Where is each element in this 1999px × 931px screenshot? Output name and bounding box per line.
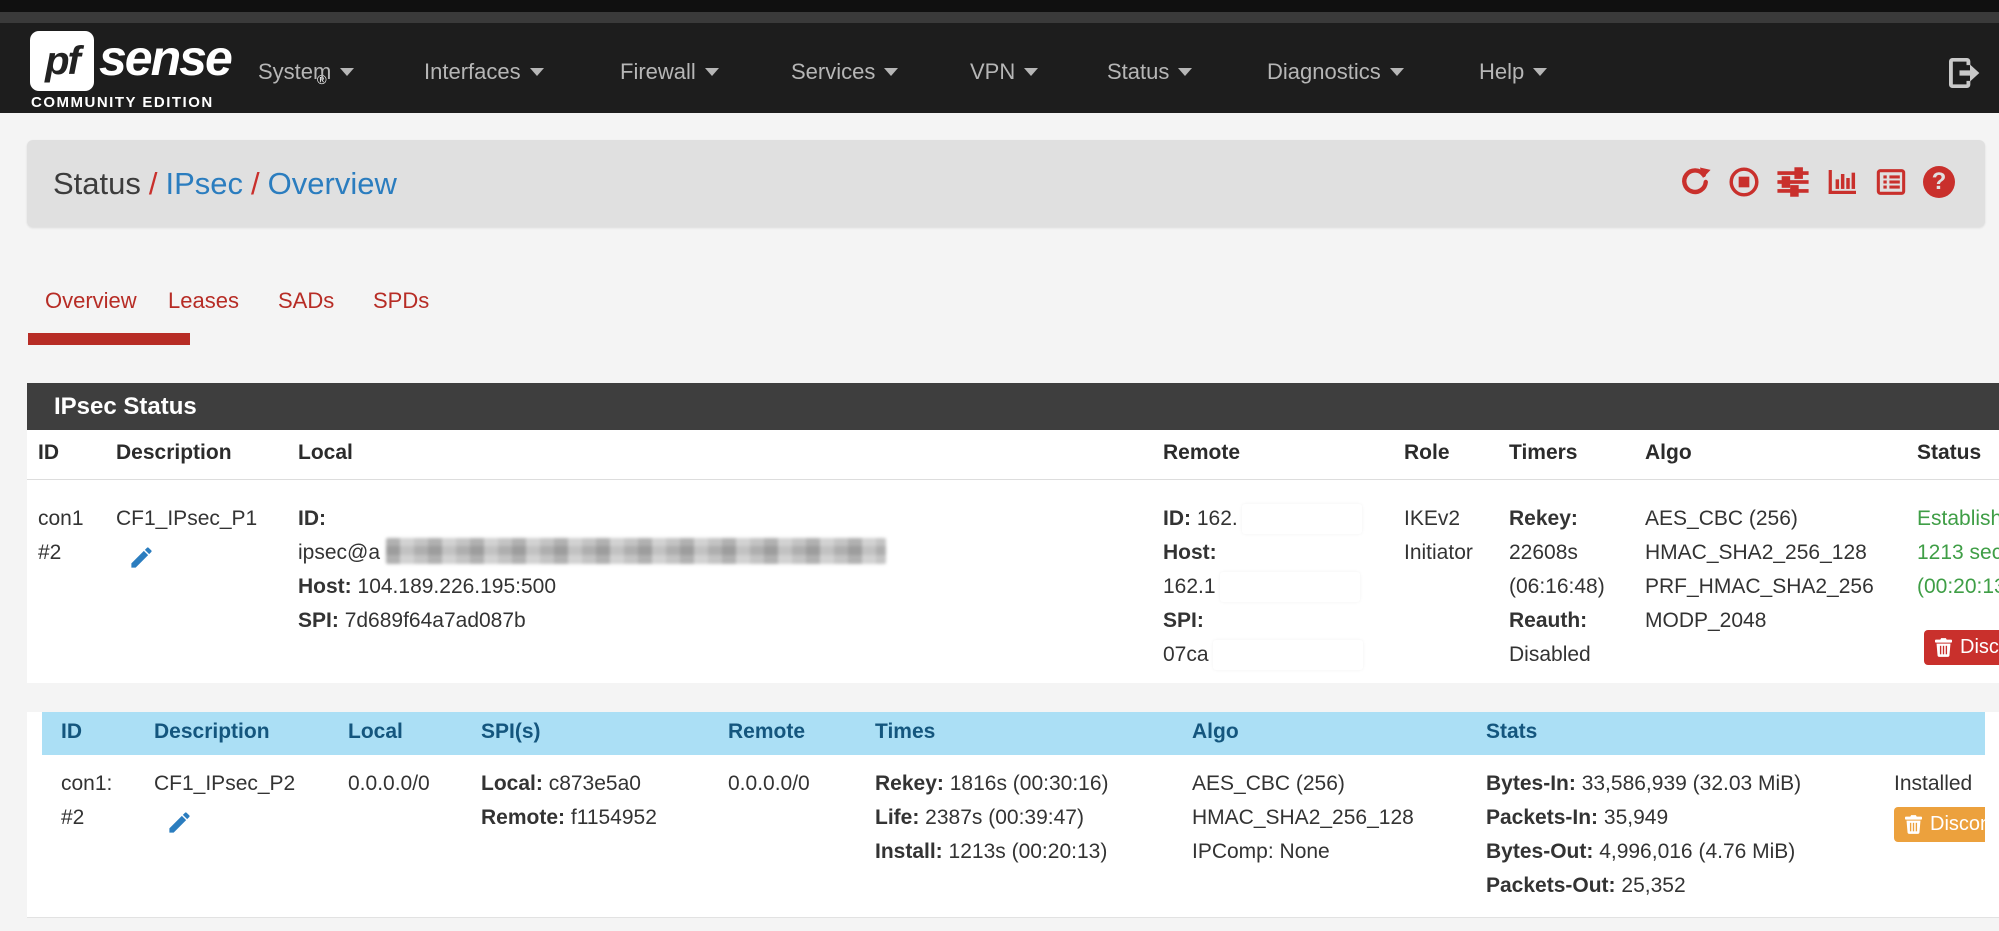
caret-down-icon — [705, 68, 719, 76]
trash-icon — [1935, 638, 1952, 657]
panel-title: IPsec Status — [27, 383, 1999, 430]
breadcrumb: Status/IPsec/Overview — [53, 166, 397, 202]
logo-tagline: COMMUNITY EDITION — [31, 94, 214, 111]
col-header-remote: Remote — [1152, 430, 1393, 480]
col-header-status: Status — [1906, 430, 1999, 480]
nav-menu-interfaces[interactable]: Interfaces — [424, 59, 544, 85]
cell-remote: 0.0.0.0/0 — [709, 755, 856, 903]
cell-description: CF1_IPsec_P1 — [105, 480, 287, 672]
col-header-times: Times — [856, 712, 1173, 755]
cell-times: Rekey: 1816s (00:30:16) Life: 2387s (00:… — [856, 755, 1173, 903]
edit-pencil-icon[interactable] — [166, 809, 193, 842]
disconnect-button[interactable]: Disconnect — [1894, 807, 1985, 842]
col-header-description: Description — [135, 712, 329, 755]
col-header-local: Local — [287, 430, 1152, 480]
tab-sads[interactable]: SADs — [278, 288, 334, 314]
col-header-description: Description — [105, 430, 287, 480]
window-title-strip — [0, 12, 1999, 23]
cell-algo: AES_CBC (256) HMAC_SHA2_256_128 PRF_HMAC… — [1634, 480, 1906, 672]
nav-menu-status[interactable]: Status — [1107, 59, 1192, 85]
breadcrumb-link-ipsec[interactable]: IPsec — [166, 166, 244, 201]
cell-id: con1 #2 — [27, 480, 105, 672]
nav-menu-help[interactable]: Help — [1479, 59, 1547, 85]
col-header-stats: Stats — [1467, 712, 1875, 755]
nav-menu-vpn[interactable]: VPN — [970, 59, 1038, 85]
cell-local: ID: ipsec@a Host: 104.189.226.195:500 SP… — [287, 480, 1152, 672]
main-navbar: pf sense ® COMMUNITY EDITION System Inte… — [0, 23, 1999, 113]
redacted-block — [1220, 572, 1360, 602]
cell-id: con1: #2 — [42, 755, 135, 903]
table-row: con1 #2 CF1_IPsec_P1 ID: ipsec@a Host: 1… — [27, 480, 1999, 672]
logo-sense-text: sense — [99, 29, 231, 87]
nav-menu-diagnostics[interactable]: Diagnostics — [1267, 59, 1404, 85]
cell-spis: Local: c873e5a0 Remote: f1154952 — [462, 755, 709, 903]
nav-menu-services[interactable]: Services — [791, 59, 898, 85]
col-header-role: Role — [1393, 430, 1498, 480]
breadcrumb-section: Status — [53, 166, 141, 201]
pfsense-app-window: pf sense ® COMMUNITY EDITION System Inte… — [0, 0, 1999, 931]
tab-overview[interactable]: Overview — [45, 288, 137, 314]
breadcrumb-separator: / — [243, 166, 268, 201]
child-sa-table: ID Description Local SPI(s) Remote Times… — [42, 712, 1985, 918]
ipsec-status-table: ID Description Local Remote Role Timers … — [27, 430, 1999, 683]
cell-local: 0.0.0.0/0 — [329, 755, 462, 903]
refresh-icon[interactable] — [1678, 165, 1712, 199]
col-header-algo: Algo — [1634, 430, 1906, 480]
nav-menu-firewall[interactable]: Firewall — [620, 59, 719, 85]
cell-role: IKEv2 Initiator — [1393, 480, 1498, 672]
cell-description: CF1_IPsec_P2 — [135, 755, 329, 903]
window-top-strip — [0, 0, 1999, 12]
caret-down-icon — [1024, 68, 1038, 76]
redacted-block — [1242, 504, 1362, 534]
col-header-local: Local — [329, 712, 462, 755]
caret-down-icon — [1390, 68, 1404, 76]
redacted-block — [1213, 640, 1363, 670]
active-tab-indicator — [28, 333, 190, 345]
caret-down-icon — [530, 68, 544, 76]
status-list-icon[interactable] — [1874, 165, 1908, 199]
breadcrumb-separator: / — [141, 166, 166, 201]
col-header-id: ID — [42, 712, 135, 755]
caret-down-icon — [1178, 68, 1192, 76]
disconnect-button[interactable]: Disconnect — [1924, 630, 1999, 665]
cell-algo: AES_CBC (256) HMAC_SHA2_256_128 IPComp: … — [1173, 755, 1467, 903]
tab-spds[interactable]: SPDs — [373, 288, 429, 314]
page-action-toolbar: ? — [1678, 165, 1955, 199]
caret-down-icon — [1533, 68, 1547, 76]
nav-menu-system[interactable]: System — [258, 59, 354, 85]
cell-status: Installed Disconnect — [1875, 755, 1985, 903]
stop-icon[interactable] — [1727, 165, 1761, 199]
logo-pf-text: pf — [45, 39, 79, 84]
bar-chart-icon[interactable] — [1825, 165, 1859, 199]
status-text: Established — [1917, 502, 1999, 536]
cell-status: Established 1213 seconds (00:20:13) Disc… — [1906, 480, 1999, 672]
filter-sliders-icon[interactable] — [1776, 165, 1810, 199]
col-header-spis: SPI(s) — [462, 712, 709, 755]
ipsec-status-header-row: ID Description Local Remote Role Timers … — [27, 430, 1999, 480]
cell-remote: ID: 162. Host: 162.1 SPI: 07ca — [1152, 480, 1393, 672]
status-text: Installed — [1894, 767, 1985, 801]
caret-down-icon — [884, 68, 898, 76]
col-header-algo: Algo — [1173, 712, 1467, 755]
help-icon[interactable]: ? — [1923, 166, 1955, 198]
col-header-timers: Timers — [1498, 430, 1634, 480]
logout-icon[interactable] — [1944, 53, 1984, 93]
pfsense-logo-box: pf — [30, 31, 94, 91]
col-header-remote: Remote — [709, 712, 856, 755]
cell-stats: Bytes-In: 33,586,939 (32.03 MiB) Packets… — [1467, 755, 1875, 903]
breadcrumb-bar: Status/IPsec/Overview — [27, 140, 1985, 227]
tab-leases[interactable]: Leases — [168, 288, 239, 314]
cell-timers: Rekey: 22608s (06:16:48) Reauth: Disable… — [1498, 480, 1634, 672]
breadcrumb-link-overview[interactable]: Overview — [268, 166, 397, 201]
col-header-id: ID — [27, 430, 105, 480]
child-sa-header-row: ID Description Local SPI(s) Remote Times… — [42, 712, 1985, 755]
edit-pencil-icon[interactable] — [128, 544, 155, 577]
col-header-actions — [1875, 712, 1985, 755]
caret-down-icon — [340, 68, 354, 76]
table-row: con1: #2 CF1_IPsec_P2 0.0.0.0/0 Local: c… — [42, 755, 1985, 903]
trash-icon — [1905, 815, 1922, 834]
redacted-mosaic — [386, 538, 886, 564]
